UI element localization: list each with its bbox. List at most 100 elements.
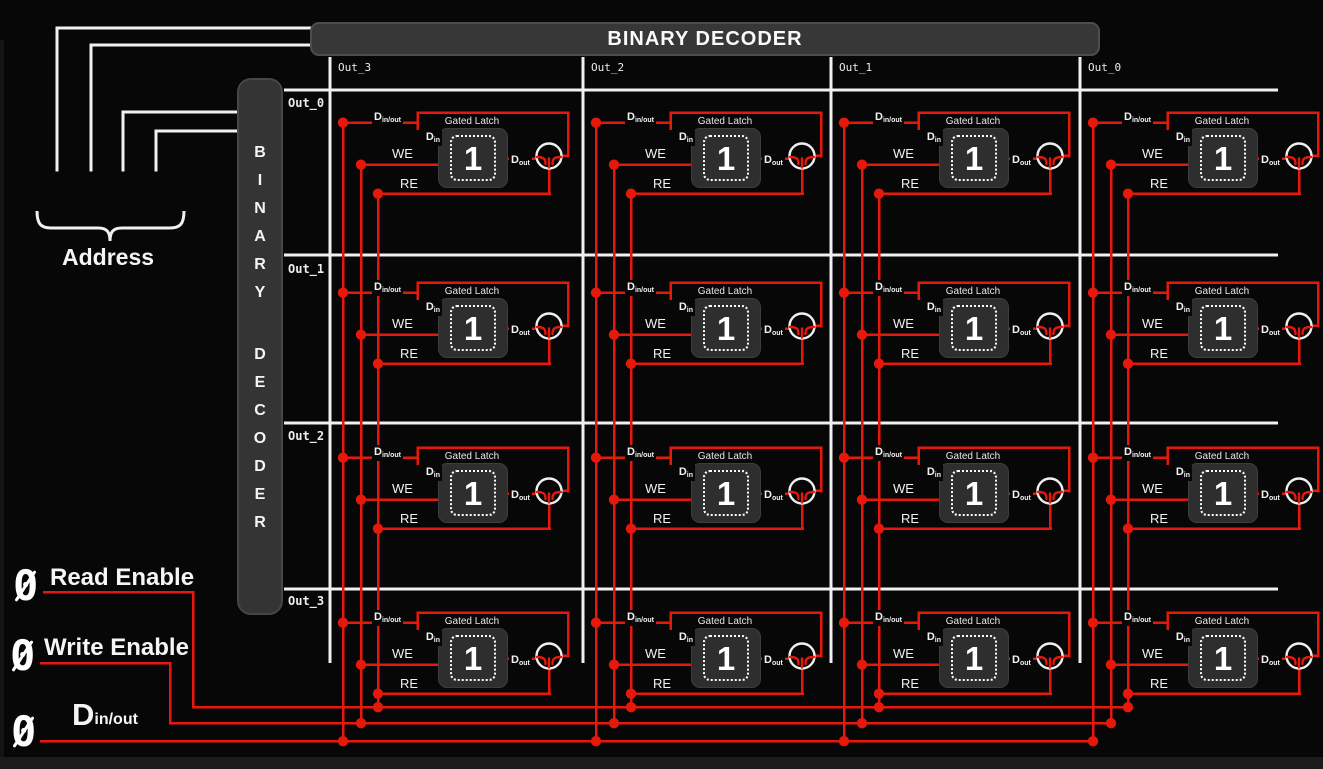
write-enable-feed — [40, 662, 171, 665]
cell-din-label: Din — [669, 630, 695, 646]
gated-latch-title: Gated Latch — [683, 616, 767, 627]
cell-we-label: WE — [645, 316, 666, 331]
decoder-letter: Y — [239, 284, 281, 302]
latch-value: 1 — [717, 642, 735, 675]
cell-we-label: WE — [1142, 481, 1163, 496]
cell-din-label: Din — [416, 130, 442, 146]
address-wire — [155, 130, 158, 172]
cell-din-label: Din — [1166, 465, 1192, 481]
address-wire — [90, 44, 313, 47]
cell-dout-label: Dout — [762, 153, 785, 169]
cell-dinout-label: Din/out — [1122, 445, 1153, 461]
memory-cell: Din/out Gated Latch 1 Din WE RE Dout — [831, 590, 1077, 702]
write-enable-input[interactable]: 0 — [10, 635, 35, 677]
data-bus — [40, 740, 1096, 743]
cell-dinout-label: Din/out — [625, 280, 656, 296]
data-inout-label: Din/out — [72, 697, 138, 733]
top-binary-decoder[interactable]: BINARY DECODER — [310, 22, 1100, 56]
data-inout-input[interactable]: 0 — [11, 711, 36, 753]
latch-value: 1 — [965, 642, 983, 675]
cell-dout-label: Dout — [509, 488, 532, 504]
decoder-letter: E — [239, 374, 281, 392]
cell-dout-label: Dout — [1010, 488, 1033, 504]
wire-junction-dot — [874, 702, 884, 712]
gated-latch-box[interactable]: 1 — [438, 128, 508, 188]
wire-junction-dot — [839, 736, 849, 746]
cell-dinout-label: Din/out — [372, 610, 403, 626]
address-wire — [56, 27, 59, 172]
cell-dinout-label: Din/out — [625, 110, 656, 126]
memory-cell: Din/out Gated Latch 1 Din WE RE Dout — [583, 590, 829, 702]
left-binary-decoder[interactable]: BINARYDECODER — [237, 78, 283, 615]
latch-value-frame: 1 — [450, 635, 496, 681]
cell-dout-label: Dout — [1010, 653, 1033, 669]
write-enable-feed — [169, 662, 172, 725]
cell-we-label: WE — [392, 316, 413, 331]
gated-latch-box[interactable]: 1 — [691, 128, 761, 188]
cell-re-label: RE — [1150, 676, 1168, 691]
row-label-out_1: Out_1 — [288, 262, 324, 276]
gated-latch-box[interactable]: 1 — [1188, 298, 1258, 358]
gated-latch-title: Gated Latch — [931, 286, 1015, 297]
cell-dinout-label: Din/out — [625, 445, 656, 461]
memory-cell: Din/out Gated Latch 1 Din WE RE Dout — [1080, 90, 1323, 202]
row-label-out_3: Out_3 — [288, 594, 324, 608]
cell-dinout-label: Din/out — [1122, 610, 1153, 626]
cell-re-label: RE — [901, 176, 919, 191]
memory-cell: Din/out Gated Latch 1 Din WE RE Dout — [330, 90, 576, 202]
gated-latch-box[interactable]: 1 — [939, 128, 1009, 188]
cell-din-label: Din — [416, 300, 442, 316]
latch-value: 1 — [464, 142, 482, 175]
latch-value-frame: 1 — [1200, 305, 1246, 351]
gated-latch-title: Gated Latch — [430, 616, 514, 627]
cell-din-label: Din — [416, 630, 442, 646]
cell-dinout-label: Din/out — [1122, 280, 1153, 296]
wire-junction-dot — [591, 736, 601, 746]
gated-latch-title: Gated Latch — [683, 451, 767, 462]
decoder-letter: E — [239, 486, 281, 504]
read-enable-input[interactable]: 0 — [13, 565, 38, 607]
gated-latch-box[interactable]: 1 — [1188, 463, 1258, 523]
gated-latch-box[interactable]: 1 — [438, 628, 508, 688]
gated-latch-box[interactable]: 1 — [438, 463, 508, 523]
gated-latch-title: Gated Latch — [1180, 616, 1264, 627]
decoder-letter: A — [239, 228, 281, 246]
address-brace — [37, 211, 184, 241]
gated-latch-title: Gated Latch — [1180, 286, 1264, 297]
latch-value: 1 — [717, 477, 735, 510]
read-enable-label: Read Enable — [50, 564, 194, 592]
cell-din-label: Din — [669, 465, 695, 481]
gated-latch-box[interactable]: 1 — [939, 628, 1009, 688]
cell-din-label: Din — [1166, 130, 1192, 146]
write-enable-label: Write Enable — [44, 634, 189, 662]
memory-circuit-canvas: BINARY DECODER BINARYDECODER Address 0 R… — [0, 0, 1323, 769]
gated-latch-box[interactable]: 1 — [1188, 628, 1258, 688]
memory-cell: Din/out Gated Latch 1 Din WE RE Dout — [1080, 425, 1323, 537]
cell-we-label: WE — [1142, 646, 1163, 661]
cell-we-label: WE — [392, 481, 413, 496]
gated-latch-box[interactable]: 1 — [691, 298, 761, 358]
gated-latch-title: Gated Latch — [1180, 116, 1264, 127]
decoder-letter: I — [239, 172, 281, 190]
latch-value: 1 — [717, 142, 735, 175]
cell-dout-label: Dout — [1259, 153, 1282, 169]
gated-latch-box[interactable]: 1 — [691, 628, 761, 688]
address-wire — [122, 111, 240, 114]
cell-we-label: WE — [392, 646, 413, 661]
cell-we-label: WE — [893, 316, 914, 331]
latch-value-frame: 1 — [703, 635, 749, 681]
gated-latch-box[interactable]: 1 — [438, 298, 508, 358]
cell-we-label: WE — [645, 481, 666, 496]
gated-latch-box[interactable]: 1 — [1188, 128, 1258, 188]
gated-latch-title: Gated Latch — [430, 116, 514, 127]
memory-cell: Din/out Gated Latch 1 Din WE RE Dout — [330, 590, 576, 702]
gated-latch-box[interactable]: 1 — [939, 298, 1009, 358]
gated-latch-box[interactable]: 1 — [691, 463, 761, 523]
column-header-out_2: Out_2 — [591, 61, 624, 74]
latch-value: 1 — [1214, 142, 1232, 175]
cell-dinout-label: Din/out — [873, 445, 904, 461]
gated-latch-box[interactable]: 1 — [939, 463, 1009, 523]
cell-din-label: Din — [1166, 300, 1192, 316]
memory-cell: Din/out Gated Latch 1 Din WE RE Dout — [583, 90, 829, 202]
latch-value: 1 — [717, 312, 735, 345]
